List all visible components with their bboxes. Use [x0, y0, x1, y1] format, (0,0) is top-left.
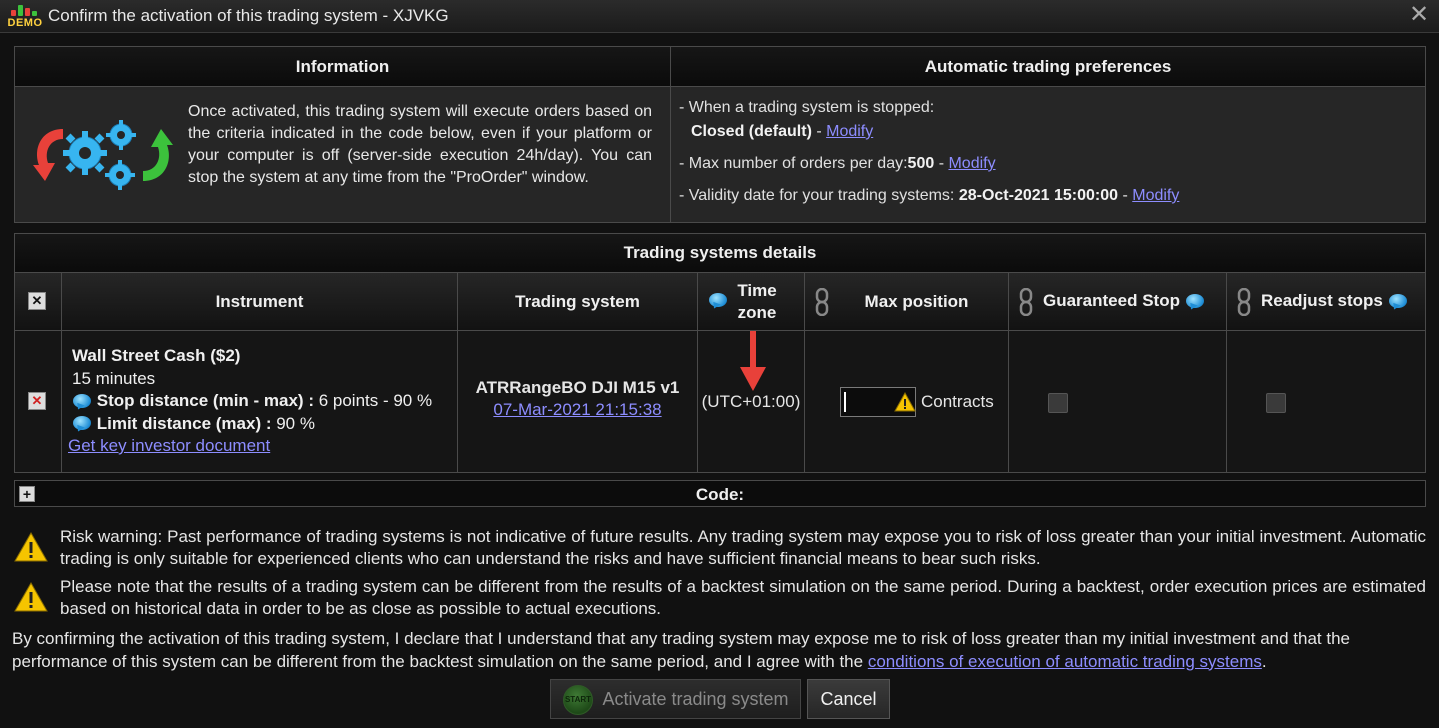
info-bubble-icon[interactable]	[72, 393, 92, 411]
trading-systems-details-panel: Trading systems details ✕ Instrument Tra…	[14, 233, 1426, 473]
trading-system-column-header: Trading system	[458, 273, 698, 331]
instrument-column-header: Instrument	[62, 273, 458, 331]
information-panel: Information Once activated, this trading…	[14, 46, 671, 223]
max-orders-value: 500	[907, 155, 935, 172]
instrument-name: Wall Street Cash ($2)	[72, 346, 241, 365]
warning-icon	[14, 582, 48, 612]
information-header: Information	[15, 47, 670, 87]
guaranteed-stop-column-header: Guaranteed Stop	[1009, 273, 1227, 331]
limit-distance-value: 90 %	[271, 413, 315, 433]
time-zone-cell: (UTC+01:00)	[698, 331, 805, 472]
max-position-cell: Contracts	[805, 331, 1009, 472]
backtest-warning: Please note that the results of a tradin…	[14, 576, 1428, 624]
close-icon: ✕	[31, 293, 43, 308]
stopped-value: Closed (default)	[691, 123, 812, 140]
trading-system-details: ATRRangeBO DJI M15 v1 07-Mar-2021 21:15:…	[458, 377, 697, 421]
link-chain-icon[interactable]	[1019, 288, 1033, 316]
backtest-warning-text: Please note that the results of a tradin…	[60, 577, 1426, 618]
demo-badge-label: DEMO	[7, 17, 43, 29]
link-chain-icon[interactable]	[1237, 288, 1251, 316]
warning-icon	[14, 532, 48, 562]
instrument-timeframe: 15 minutes	[72, 368, 156, 388]
declaration-end: .	[1261, 651, 1267, 671]
separator: -	[1118, 187, 1133, 204]
remove-row-button[interactable]: ✕	[28, 392, 46, 410]
validity-value: 28-Oct-2021 15:00:00	[958, 187, 1119, 204]
trading-system-date-link[interactable]: 07-Mar-2021 21:15:38	[493, 400, 661, 419]
max-position-column-header: Max position	[805, 273, 1009, 331]
instrument-details: Wall Street Cash ($2) 15 minutes Stop di…	[68, 345, 462, 458]
readjust-stops-column-header: Readjust stops	[1227, 273, 1425, 331]
stopped-label: - When a trading system is stopped:	[679, 99, 935, 116]
activate-trading-system-button[interactable]: START Activate trading system	[550, 679, 801, 719]
max-position-header-label: Max position	[864, 291, 969, 311]
contracts-label: Contracts	[921, 392, 994, 411]
trading-system-header-label: Trading system	[515, 291, 640, 311]
declaration-text: By confirming the activation of this tra…	[12, 628, 1424, 673]
stop-distance-value: 6 points - 90 %	[313, 391, 433, 410]
text-caret	[844, 392, 846, 412]
select-all-column-header: ✕	[15, 273, 62, 331]
activate-button-label: Activate trading system	[602, 689, 789, 709]
guaranteed-stop-header-label: Guaranteed Stop	[1043, 291, 1180, 310]
guaranteed-stop-header: Guaranteed Stop	[1043, 291, 1205, 311]
warning-icon	[894, 392, 916, 412]
stop-distance-label: Stop distance (min - max) :	[96, 391, 314, 410]
code-label: Code:	[695, 485, 745, 504]
instrument-header-label: Instrument	[215, 291, 304, 311]
trading-system-cell: ATRRangeBO DJI M15 v1 07-Mar-2021 21:15:…	[458, 331, 698, 472]
validity-label: - Validity date for your trading systems…	[679, 187, 959, 204]
info-bubble-icon[interactable]	[72, 415, 92, 434]
readjust-stops-cell	[1227, 331, 1425, 472]
red-down-arrow-icon	[740, 331, 766, 391]
time-zone-header-label: Time zone	[737, 281, 777, 322]
demo-badge-icon: DEMO	[7, 5, 43, 29]
guaranteed-stop-checkbox[interactable]	[1048, 393, 1068, 413]
cancel-button[interactable]: Cancel	[807, 679, 890, 719]
validity-line: - Validity date for your trading systems…	[679, 187, 1179, 205]
info-bubble-icon[interactable]	[708, 292, 728, 311]
separator: -	[811, 123, 827, 140]
time-zone-value: (UTC+01:00)	[701, 392, 801, 411]
max-orders-line: - Max number of orders per day:500 - Mod…	[679, 155, 996, 173]
information-text: Once activated, this trading system will…	[188, 103, 652, 186]
information-body: Once activated, this trading system will…	[15, 87, 670, 222]
start-icon: START	[563, 685, 593, 715]
details-header: Trading systems details	[15, 234, 1425, 273]
instrument-cell: Wall Street Cash ($2) 15 minutes Stop di…	[62, 331, 458, 472]
max-orders-label: - Max number of orders per day:	[679, 155, 908, 172]
readjust-stops-checkbox[interactable]	[1266, 393, 1286, 413]
code-section: + Code:	[14, 480, 1426, 507]
guaranteed-stop-cell	[1009, 331, 1227, 472]
info-bubble-icon[interactable]	[1185, 293, 1205, 311]
trading-system-name: ATRRangeBO DJI M15 v1	[475, 378, 680, 397]
preferences-panel: Automatic trading preferences - When a t…	[670, 46, 1426, 223]
conditions-link[interactable]: conditions of execution of automatic tra…	[868, 652, 1262, 671]
risk-warning-text: Risk warning: Past performance of tradin…	[60, 527, 1426, 568]
separator: -	[934, 155, 949, 172]
gears-arrows-icon	[33, 120, 173, 190]
time-zone-column-header: Time zone	[698, 273, 805, 331]
title-bar: DEMO Confirm the activation of this trad…	[0, 0, 1439, 33]
preferences-header: Automatic trading preferences	[671, 47, 1425, 87]
window-title: Confirm the activation of this trading s…	[48, 6, 449, 25]
remove-all-checkbox[interactable]: ✕	[28, 292, 46, 310]
readjust-stops-header: Readjust stops	[1261, 291, 1408, 311]
stopped-line: Closed (default) - Modify	[691, 123, 873, 141]
modify-validity-link[interactable]: Modify	[1132, 187, 1179, 204]
limit-distance-label: Limit distance (max) :	[96, 413, 272, 433]
key-investor-document-link[interactable]: Get key investor document	[68, 436, 270, 455]
risk-warning: Risk warning: Past performance of tradin…	[14, 526, 1428, 574]
row-remove-cell: ✕	[15, 331, 62, 472]
info-bubble-icon[interactable]	[1388, 293, 1408, 311]
readjust-stops-header-label: Readjust stops	[1261, 291, 1383, 310]
close-icon: ✕	[31, 393, 43, 408]
close-icon[interactable]: ✕	[1407, 3, 1431, 27]
modify-max-orders-link[interactable]: Modify	[948, 155, 995, 172]
modify-stopped-link[interactable]: Modify	[826, 123, 873, 140]
